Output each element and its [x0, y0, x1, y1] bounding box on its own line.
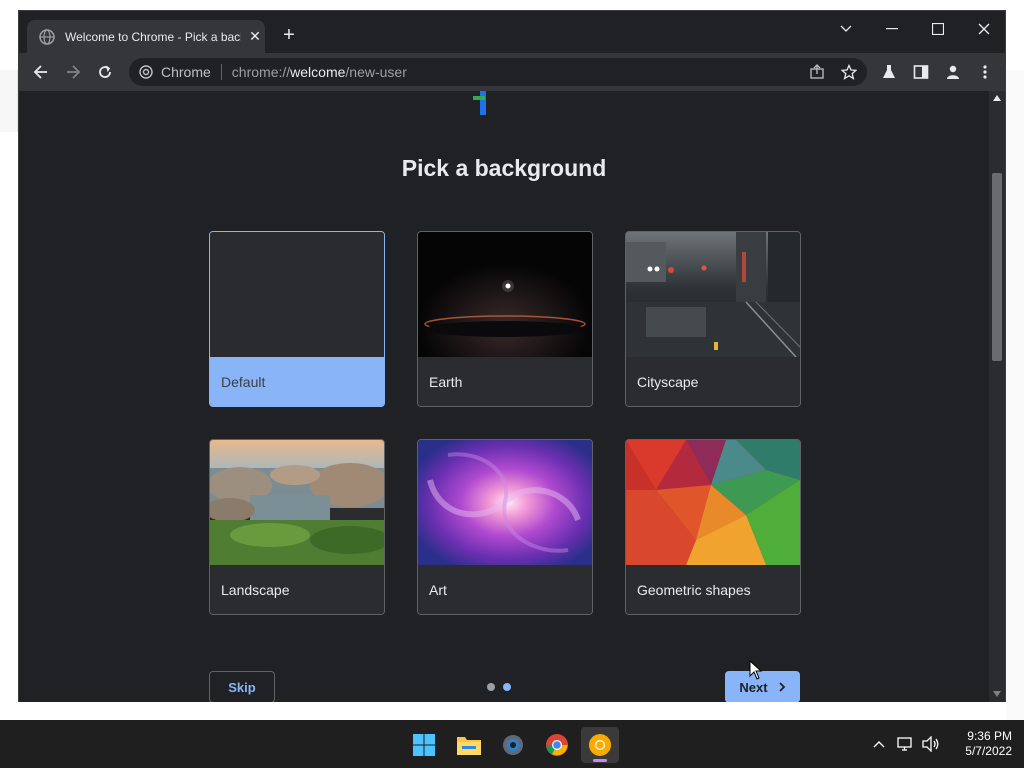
page-title: Pick a background: [401, 155, 607, 181]
scroll-up-icon[interactable]: [993, 95, 1001, 101]
landscape-thumbnail: [210, 440, 384, 565]
taskbar-clock[interactable]: 9:36 PM 5/7/2022: [948, 729, 1012, 759]
chrome-icon[interactable]: [538, 727, 576, 763]
share-icon[interactable]: [807, 62, 827, 82]
background-option-default[interactable]: Default: [209, 231, 385, 407]
scrollbar-thumb[interactable]: [992, 173, 1002, 361]
back-icon[interactable]: [31, 62, 51, 82]
tab-search-icon[interactable]: [831, 19, 861, 39]
tab-strip: Welcome to Chrome - Pick a background ✕ …: [19, 11, 1005, 53]
reload-icon[interactable]: [95, 62, 115, 82]
chrome-canary-icon[interactable]: [581, 727, 619, 763]
volume-icon[interactable]: [921, 734, 941, 754]
background-option-label: Art: [418, 565, 592, 614]
file-explorer-icon[interactable]: [450, 727, 488, 763]
chrome-window: Welcome to Chrome - Pick a background ✕ …: [18, 10, 1006, 702]
page-scrollbar[interactable]: [989, 91, 1005, 702]
geometric-shapes-thumbnail: [626, 440, 800, 565]
site-name: Chrome: [161, 64, 211, 80]
background-option-label: Earth: [418, 357, 592, 406]
background-option-label: Landscape: [210, 565, 384, 614]
background-option-label: Cityscape: [626, 357, 800, 406]
skip-button[interactable]: Skip: [209, 671, 275, 702]
background-option-geometric-shapes[interactable]: Geometric shapes: [625, 439, 801, 615]
chevron-right-icon: [778, 682, 785, 692]
show-hidden-icons-icon[interactable]: [869, 734, 889, 754]
side-panel-icon[interactable]: [911, 62, 931, 82]
background-option-cityscape[interactable]: Cityscape: [625, 231, 801, 407]
scroll-down-icon[interactable]: [993, 691, 1001, 697]
menu-kebab-icon[interactable]: [975, 62, 995, 82]
background-option-art[interactable]: Art: [417, 439, 593, 615]
profile-icon[interactable]: [943, 62, 963, 82]
new-tab-icon[interactable]: +: [279, 25, 299, 45]
address-bar[interactable]: Chrome chrome://welcome/new-user: [129, 58, 867, 86]
art-thumbnail: [418, 440, 592, 565]
toolbar: Chrome chrome://welcome/new-user: [19, 53, 1005, 91]
default-thumbnail: [210, 232, 384, 357]
windows-start-icon[interactable]: [405, 727, 443, 763]
close-window-icon[interactable]: [969, 19, 999, 39]
cityscape-thumbnail: [626, 232, 800, 357]
tab-welcome[interactable]: Welcome to Chrome - Pick a background ✕: [27, 20, 265, 53]
chrome-site-icon: [139, 65, 153, 79]
minimize-icon[interactable]: [877, 19, 907, 39]
step-dot-1: [487, 683, 495, 691]
close-tab-icon[interactable]: ✕: [247, 28, 263, 45]
network-icon[interactable]: [896, 734, 916, 754]
clock-date: 5/7/2022: [965, 744, 1012, 758]
background-option-landscape[interactable]: Landscape: [209, 439, 385, 615]
omnibox-divider: [220, 64, 222, 80]
clock-time: 9:36 PM: [967, 729, 1012, 743]
background-window-edge-right: [1006, 70, 1024, 720]
labs-flask-icon[interactable]: [879, 62, 899, 82]
active-app-indicator: [593, 759, 607, 762]
background-window-edge: [0, 70, 18, 132]
next-button-label: Next: [739, 679, 768, 695]
page-content: Pick a background Default Earth Cityscap…: [19, 91, 989, 702]
background-option-label: Geometric shapes: [626, 565, 800, 614]
url-text: chrome://welcome/new-user: [231, 64, 407, 80]
background-option-label: Default: [210, 357, 384, 406]
step-dot-2: [503, 683, 511, 691]
maximize-icon[interactable]: [923, 19, 953, 39]
settings-icon[interactable]: [494, 727, 532, 763]
welcome-illustration: [473, 91, 486, 115]
earth-thumbnail: [418, 232, 592, 357]
bookmark-star-icon[interactable]: [839, 62, 859, 82]
mouse-cursor-icon: [749, 660, 763, 680]
tab-title: Welcome to Chrome - Pick a background: [65, 29, 241, 44]
forward-icon[interactable]: [63, 62, 83, 82]
background-option-earth[interactable]: Earth: [417, 231, 593, 407]
taskbar: 9:36 PM 5/7/2022: [0, 720, 1024, 768]
globe-icon: [39, 28, 55, 45]
